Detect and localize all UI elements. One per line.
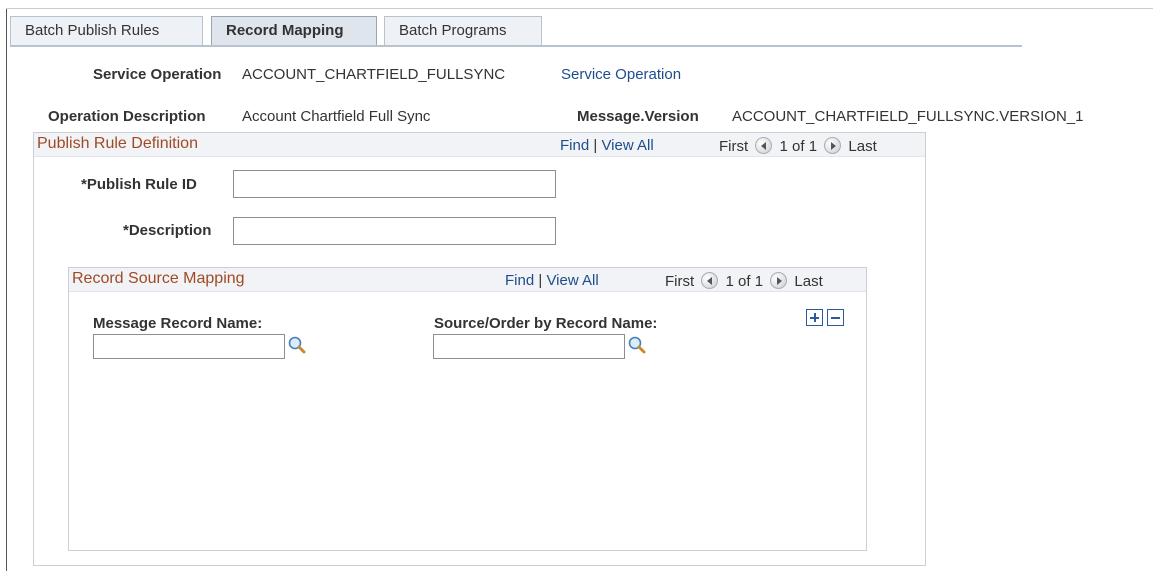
magnifier-icon[interactable] bbox=[627, 335, 647, 355]
delete-row-icon[interactable] bbox=[827, 309, 844, 326]
previous-arrow-icon[interactable] bbox=[701, 272, 719, 289]
record-source-grid-nav: Find | View All bbox=[505, 272, 599, 289]
publish-rule-view-all-link[interactable]: View All bbox=[601, 137, 653, 154]
publish-rule-nav-separator: | bbox=[593, 137, 598, 154]
service-operation-value: ACCOUNT_CHARTFIELD_FULLSYNC bbox=[242, 66, 506, 83]
tab-batch-programs[interactable]: Batch Programs bbox=[384, 16, 542, 46]
publish-rule-grid-nav: Find | View All bbox=[560, 137, 654, 154]
publish-rule-find-link[interactable]: Find bbox=[560, 137, 589, 154]
tab-record-mapping[interactable]: Record Mapping bbox=[211, 16, 377, 47]
publish-rule-grid-title: Publish Rule Definition bbox=[37, 135, 198, 152]
source-order-record-name-label: Source/Order by Record Name: bbox=[434, 315, 658, 332]
description-label: *Description bbox=[123, 222, 212, 239]
message-version-label: Message.Version bbox=[577, 108, 699, 125]
description-input[interactable] bbox=[233, 217, 556, 245]
record-source-grid-header: Record Source Mapping Find | View All Fi… bbox=[69, 268, 866, 292]
add-row-icon[interactable] bbox=[806, 309, 823, 326]
tab-underline bbox=[10, 45, 1022, 47]
record-source-grid-pager: First 1 of 1 Last bbox=[665, 272, 823, 290]
message-record-name-input[interactable] bbox=[93, 334, 285, 359]
record-source-find-link[interactable]: Find bbox=[505, 272, 534, 289]
publish-rule-id-label: *Publish Rule ID bbox=[81, 176, 197, 193]
service-operation-label: Service Operation bbox=[93, 66, 222, 83]
page-frame-left-border bbox=[6, 8, 7, 571]
record-source-view-all-link[interactable]: View All bbox=[546, 272, 598, 289]
publish-rule-grid-header: Publish Rule Definition Find | View All … bbox=[34, 133, 925, 157]
next-arrow-icon[interactable] bbox=[770, 272, 788, 289]
record-source-first-label: First bbox=[665, 273, 695, 290]
record-source-grid-title: Record Source Mapping bbox=[72, 270, 245, 287]
publish-rule-first-label: First bbox=[719, 138, 749, 155]
service-operation-link[interactable]: Service Operation bbox=[561, 66, 681, 83]
record-source-nav-separator: | bbox=[538, 272, 543, 289]
publish-rule-count: 1 of 1 bbox=[779, 138, 818, 155]
magnifier-icon[interactable] bbox=[287, 335, 307, 355]
message-record-name-label: Message Record Name: bbox=[93, 315, 263, 332]
previous-arrow-icon[interactable] bbox=[755, 137, 773, 154]
tab-batch-publish-rules[interactable]: Batch Publish Rules bbox=[10, 16, 203, 46]
publish-rule-last-label: Last bbox=[848, 138, 877, 155]
source-order-record-name-input[interactable] bbox=[433, 334, 625, 359]
operation-description-value: Account Chartfield Full Sync bbox=[242, 108, 431, 125]
publish-rule-grid-pager: First 1 of 1 Last bbox=[719, 137, 877, 155]
operation-description-label: Operation Description bbox=[48, 108, 206, 125]
record-source-count: 1 of 1 bbox=[725, 273, 764, 290]
record-source-last-label: Last bbox=[794, 273, 823, 290]
next-arrow-icon[interactable] bbox=[824, 137, 842, 154]
record-source-mapping-grid: Record Source Mapping Find | View All Fi… bbox=[68, 267, 867, 551]
publish-rule-id-input[interactable] bbox=[233, 170, 556, 198]
publish-rule-definition-grid: Publish Rule Definition Find | View All … bbox=[33, 132, 926, 566]
page-frame-top-border bbox=[6, 8, 1153, 9]
message-version-value: ACCOUNT_CHARTFIELD_FULLSYNC.VERSION_1 bbox=[732, 108, 1084, 125]
